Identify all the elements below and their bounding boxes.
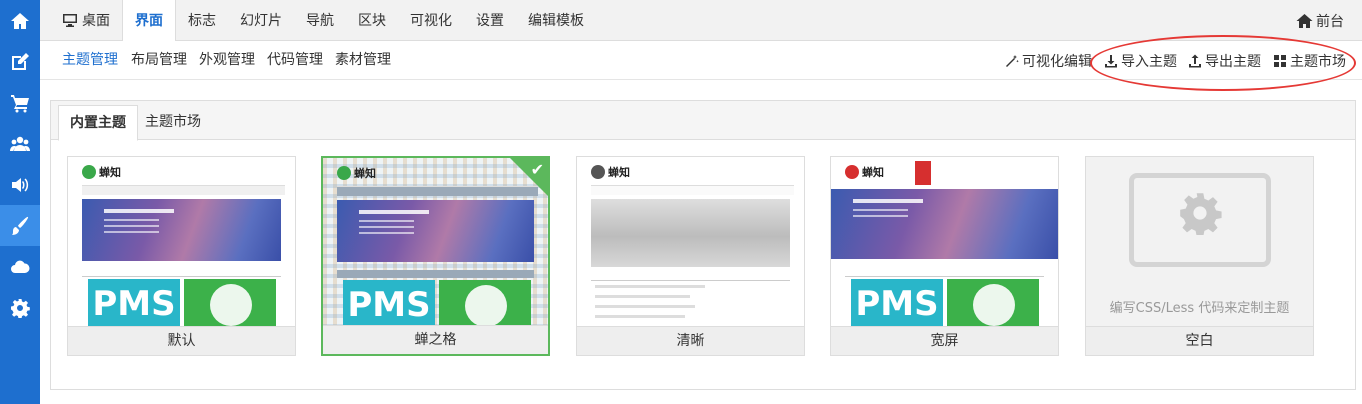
- theme-market-label: 主题市场: [1290, 53, 1346, 70]
- theme-card-blank[interactable]: 编写CSS/Less 代码来定制主题 空白: [1085, 156, 1314, 356]
- rail-cloud[interactable]: [0, 246, 40, 287]
- nav-slides[interactable]: 幻灯片: [228, 0, 294, 41]
- nav-settings-label: 设置: [476, 13, 504, 29]
- nav-logo-label: 标志: [188, 13, 216, 29]
- check-icon: ✔: [530, 160, 544, 179]
- edit-icon: [12, 52, 29, 70]
- nav-interface[interactable]: 界面: [122, 0, 176, 41]
- nav-blocks[interactable]: 区块: [346, 0, 398, 41]
- nav-visual-label: 可视化: [410, 13, 452, 29]
- thumb-logo-text: 蝉知: [99, 166, 121, 179]
- tab-builtin-label: 内置主题: [70, 115, 126, 131]
- nav-settings[interactable]: 设置: [464, 0, 516, 41]
- home-icon: [1296, 13, 1313, 28]
- theme-card-widescreen[interactable]: 蝉知 PMS 宽屏: [830, 156, 1059, 356]
- theme-panel: 内置主题 主题市场 蝉知 PMS 默认 蝉知 PMS ✔ 蝉之格 蝉知 清晰 蝉…: [50, 100, 1356, 390]
- volume-icon: [12, 177, 29, 192]
- import-theme-link[interactable]: 导入主题: [1104, 41, 1177, 80]
- nav-desktop[interactable]: 桌面: [40, 0, 122, 41]
- theme-card-default[interactable]: 蝉知 PMS 默认: [67, 156, 296, 356]
- export-theme-label: 导出主题: [1205, 53, 1261, 70]
- nav-logo[interactable]: 标志: [176, 0, 228, 41]
- visual-edit-link[interactable]: 可视化编辑: [1005, 41, 1092, 80]
- thumb-pms: PMS: [88, 279, 180, 327]
- nav-navigation[interactable]: 导航: [294, 0, 346, 41]
- rail-ui[interactable]: [0, 205, 40, 246]
- blank-theme-hint: 编写CSS/Less 代码来定制主题: [1109, 301, 1290, 316]
- gear-icon: [11, 298, 30, 318]
- subnav-layout-manage[interactable]: 布局管理: [131, 41, 187, 80]
- theme-thumbnail: 蝉知 PMS: [831, 157, 1058, 327]
- thumb-logo-text: 蝉知: [862, 166, 884, 179]
- nav-edit-template-label: 编辑模板: [528, 13, 584, 29]
- rail-home[interactable]: [0, 0, 40, 41]
- thumb-pms: PMS: [343, 280, 435, 328]
- theme-thumbnail: 蝉知: [577, 157, 804, 327]
- subnav-appearance-manage[interactable]: 外观管理: [199, 41, 255, 80]
- theme-card-label: 宽屏: [831, 326, 1058, 355]
- logo-icon: [845, 165, 859, 179]
- tab-market-label: 主题市场: [145, 114, 201, 130]
- thumb-logo-text: 蝉知: [608, 166, 630, 179]
- theme-card-label: 默认: [68, 326, 295, 355]
- nav-visual[interactable]: 可视化: [398, 0, 464, 41]
- gear-icon: [1180, 193, 1222, 237]
- tab-builtin-themes[interactable]: 内置主题: [58, 105, 138, 141]
- visual-edit-label: 可视化编辑: [1022, 53, 1092, 70]
- logo-icon: [591, 165, 605, 179]
- subnav-asset-manage[interactable]: 素材管理: [335, 41, 391, 80]
- theme-market-link[interactable]: 主题市场: [1273, 41, 1346, 80]
- nav-interface-label: 界面: [135, 13, 163, 29]
- import-theme-label: 导入主题: [1121, 53, 1177, 70]
- rail-shop[interactable]: [0, 82, 40, 123]
- thumb-logo-text: 蝉知: [354, 167, 376, 180]
- theme-card-label: 空白: [1086, 326, 1313, 355]
- rail-settings[interactable]: [0, 287, 40, 328]
- tab-theme-market[interactable]: 主题市场: [134, 105, 212, 140]
- icon-sidebar: [0, 0, 40, 404]
- front-label: 前台: [1316, 13, 1344, 30]
- thumb-pms: PMS: [851, 279, 943, 327]
- theme-thumbnail: 编写CSS/Less 代码来定制主题: [1086, 157, 1313, 327]
- logo-icon: [337, 166, 351, 180]
- top-navigation: 桌面 界面 标志 幻灯片 导航 区块 可视化 设置 编辑模板 前台: [40, 0, 1362, 41]
- nav-navigation-label: 导航: [306, 13, 334, 29]
- export-theme-link[interactable]: 导出主题: [1188, 41, 1261, 80]
- subnav-theme-manage[interactable]: 主题管理: [62, 41, 118, 80]
- rail-promo[interactable]: [0, 164, 40, 205]
- cart-icon: [11, 94, 29, 112]
- brush-icon: [12, 216, 29, 235]
- users-icon: [10, 136, 30, 151]
- theme-card-clear[interactable]: 蝉知 清晰: [576, 156, 805, 356]
- grid-icon: [1274, 54, 1286, 67]
- logo-icon: [82, 165, 96, 179]
- rail-edit[interactable]: [0, 41, 40, 82]
- theme-tabs: 内置主题 主题市场: [51, 101, 1355, 141]
- home-icon: [11, 12, 29, 29]
- sub-navigation: 主题管理 布局管理 外观管理 代码管理 素材管理 可视化编辑 导入主题 导出主题…: [40, 41, 1362, 80]
- nav-slides-label: 幻灯片: [240, 13, 282, 29]
- nav-desktop-label: 桌面: [82, 13, 110, 29]
- cloud-icon: [11, 260, 30, 273]
- theme-card-chanzhige[interactable]: 蝉知 PMS ✔ 蝉之格: [321, 156, 550, 356]
- download-icon: [1105, 54, 1117, 67]
- theme-card-label: 蝉之格: [323, 325, 548, 354]
- nav-edit-template[interactable]: 编辑模板: [516, 0, 596, 41]
- magic-wand-icon: [1006, 54, 1019, 67]
- upload-icon: [1189, 54, 1201, 67]
- theme-thumbnail: 蝉知 PMS: [68, 157, 295, 327]
- subnav-code-manage[interactable]: 代码管理: [267, 41, 323, 80]
- theme-card-label: 清晰: [577, 326, 804, 355]
- rail-users[interactable]: [0, 123, 40, 164]
- nav-blocks-label: 区块: [358, 13, 386, 29]
- front-link[interactable]: 前台: [1296, 0, 1344, 41]
- monitor-icon: [63, 14, 77, 27]
